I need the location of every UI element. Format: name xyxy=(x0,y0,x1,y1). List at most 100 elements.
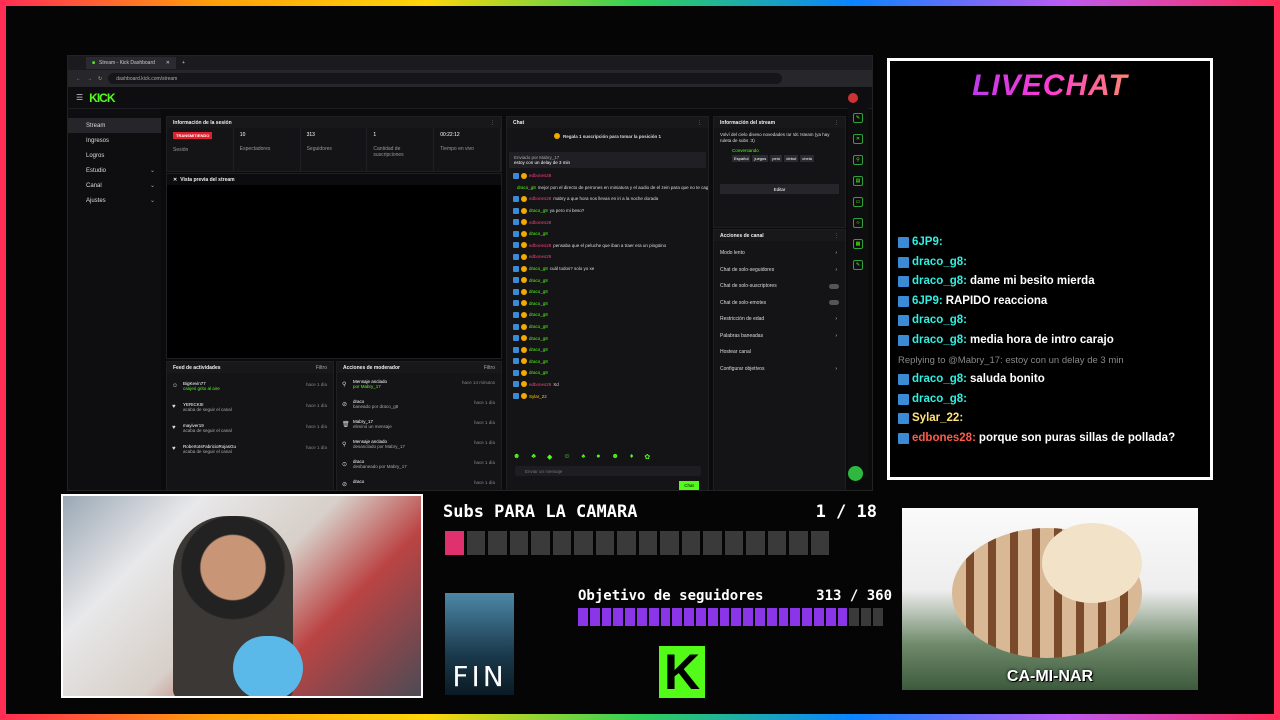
channel-action-banned-words[interactable]: Palabras baneadas › xyxy=(714,328,845,345)
channel-action-emotes-only[interactable]: Chat de solo-emotes xyxy=(714,295,845,312)
mod-header: Acciones de moderador Filtro xyxy=(337,362,501,373)
reload-icon[interactable]: ↻ xyxy=(98,76,102,82)
send-button[interactable]: Chat xyxy=(679,481,699,490)
chat-input[interactable]: Enviar un mensaje xyxy=(515,466,701,476)
filter-button[interactable]: Filtro xyxy=(484,365,495,371)
address-field[interactable]: dashboard.kick.com/stream xyxy=(108,73,782,84)
stat-time: 00:22:12 Tiempo en vivo xyxy=(434,128,501,172)
tag: Español xyxy=(732,155,751,162)
emote-icon[interactable]: ✿ xyxy=(644,453,650,461)
badge-icon xyxy=(521,230,527,237)
goal-title: Subs PARA LA CAMARA xyxy=(443,502,638,522)
toggle-switch[interactable] xyxy=(829,283,839,289)
toggle-switch[interactable] xyxy=(829,300,839,306)
stat-value: 313 xyxy=(306,132,315,138)
link-icon[interactable]: ⚲ xyxy=(853,155,863,165)
emote-icon[interactable]: ☺ xyxy=(563,453,570,461)
close-icon[interactable]: ✕ xyxy=(173,177,177,183)
panel-title: Vista previa del stream xyxy=(180,176,235,183)
more-icon[interactable]: ⋮ xyxy=(834,233,839,239)
progress-segment xyxy=(810,531,829,555)
chevron-down-icon: ⌄ xyxy=(149,168,155,174)
code-icon[interactable]: ‹› xyxy=(853,218,863,228)
chat-icon[interactable]: ▭ xyxy=(853,197,863,207)
chat-username[interactable]: draco_g8 xyxy=(529,278,548,283)
browser-tab[interactable]: ■ Stream - Kick Dashboard ✕ xyxy=(86,57,176,69)
chat-username[interactable]: edbones28 xyxy=(529,173,551,178)
sidebar-item-canal[interactable]: Canal ⌄ xyxy=(68,178,161,193)
emote-icon[interactable]: ☻ xyxy=(611,453,618,461)
progress-segment xyxy=(636,608,647,626)
chat-username[interactable]: edbones28 xyxy=(529,382,551,387)
chat-username[interactable]: edbones28 xyxy=(529,254,551,259)
close-icon[interactable]: ✕ xyxy=(853,134,863,144)
chat-username[interactable]: draco_g8 xyxy=(529,336,548,341)
channel-action-goals[interactable]: Configurar objetivos › xyxy=(714,361,845,378)
stream-category[interactable]: Conversando xyxy=(714,148,845,153)
gift-banner[interactable]: Regala 1 suscripción para tomar la posic… xyxy=(507,128,708,144)
stat-label: Tiempo en vivo xyxy=(440,146,474,152)
menu-icon[interactable]: ☰ xyxy=(76,93,83,102)
chat-username[interactable]: draco_g8 xyxy=(529,301,548,306)
channel-action-subs-only[interactable]: Chat de solo-suscriptores xyxy=(714,278,845,295)
chat-username[interactable]: draco_g8 xyxy=(529,266,548,271)
back-icon[interactable]: ← xyxy=(76,76,81,82)
chat-username[interactable]: Sylar_22 xyxy=(529,394,547,399)
badge-icon xyxy=(513,242,519,249)
session-panel: Información de la sesión ⋮ TRANSMITIENDO S… xyxy=(166,116,502,172)
grid-icon[interactable]: ▦ xyxy=(853,239,863,249)
session-header: Información de la sesión ⋮ xyxy=(167,117,501,128)
kick-logo[interactable]: KICK xyxy=(89,91,115,105)
sidebar-item-ingresos[interactable]: Ingresos xyxy=(68,133,161,148)
chat-username[interactable]: edbones28 xyxy=(529,243,551,248)
more-icon[interactable]: ⋮ xyxy=(697,120,702,126)
channel-action-slow-mode[interactable]: Modo lento › xyxy=(714,245,845,262)
action-label: Restricción de edad xyxy=(720,316,765,323)
emote-icon[interactable]: ● xyxy=(596,453,600,461)
chat-username[interactable]: draco_g8 xyxy=(529,359,548,364)
sidebar-item-estudio[interactable]: Estudio ⌄ xyxy=(68,163,161,178)
heart-icon: ♥ xyxy=(172,425,176,431)
channel-action-followers-only[interactable]: Chat de solo-seguidores › xyxy=(714,262,845,279)
filter-button[interactable]: Filtro xyxy=(316,365,327,371)
chat-username[interactable]: draco_g8 xyxy=(529,289,548,294)
channel-action-age-restriction[interactable]: Restricción de edad › xyxy=(714,311,845,328)
settings-icon[interactable]: ✎ xyxy=(853,113,863,123)
followers-goal: Objetivo de seguidores 313 / 360 xyxy=(578,588,892,632)
emote-icon[interactable]: ◆ xyxy=(547,453,552,461)
emote-icon[interactable]: ♦ xyxy=(630,453,634,461)
new-tab-icon[interactable]: + xyxy=(182,60,185,66)
progress-segment xyxy=(861,608,871,626)
channel-action-host[interactable]: Hostear canal xyxy=(714,344,845,361)
chat-username[interactable]: draco_g8 xyxy=(529,324,548,329)
emote-icon[interactable]: ☻ xyxy=(513,453,520,461)
emote-icon[interactable]: ♠ xyxy=(582,453,586,461)
item-time: hace 1 día xyxy=(305,403,327,408)
tool-icon[interactable]: ✎ xyxy=(853,260,863,270)
chat-username[interactable]: draco_g8 xyxy=(529,231,548,236)
kick-badge-icon xyxy=(898,334,909,346)
sidebar-item-ajustes[interactable]: Ajustes ⌄ xyxy=(68,193,161,208)
badge-icon xyxy=(521,381,527,388)
sidebar-item-logros[interactable]: Logros xyxy=(68,148,161,163)
chat-username[interactable]: draco_g8 xyxy=(517,185,536,190)
chat-username[interactable]: draco_g8 xyxy=(529,347,548,352)
chat-username[interactable]: draco_g8 xyxy=(529,370,548,375)
panel-title: Chat xyxy=(513,119,525,126)
chat-username[interactable]: draco_g8 xyxy=(529,208,548,213)
chat-username[interactable]: edbones28 xyxy=(529,196,551,201)
avatar[interactable] xyxy=(848,92,858,103)
refresh-icon[interactable] xyxy=(848,466,863,481)
forward-icon[interactable]: → xyxy=(87,76,92,82)
more-icon[interactable]: ⋮ xyxy=(490,120,495,126)
emote-icon[interactable]: ♣ xyxy=(531,453,536,461)
livechat-username: 6JP9: xyxy=(912,236,943,248)
close-tab-icon[interactable]: ✕ xyxy=(166,60,170,66)
sidebar-item-stream[interactable]: Stream xyxy=(68,118,161,133)
chat-username[interactable]: draco_g8 xyxy=(529,312,548,317)
stat-subs: 1 Cantidad de suscripciones xyxy=(367,128,435,172)
edit-button[interactable]: Editar xyxy=(720,184,839,194)
more-icon[interactable]: ⋮ xyxy=(834,120,839,126)
trash-icon[interactable]: ▤ xyxy=(853,176,863,186)
chat-username[interactable]: edbones28 xyxy=(529,220,551,225)
